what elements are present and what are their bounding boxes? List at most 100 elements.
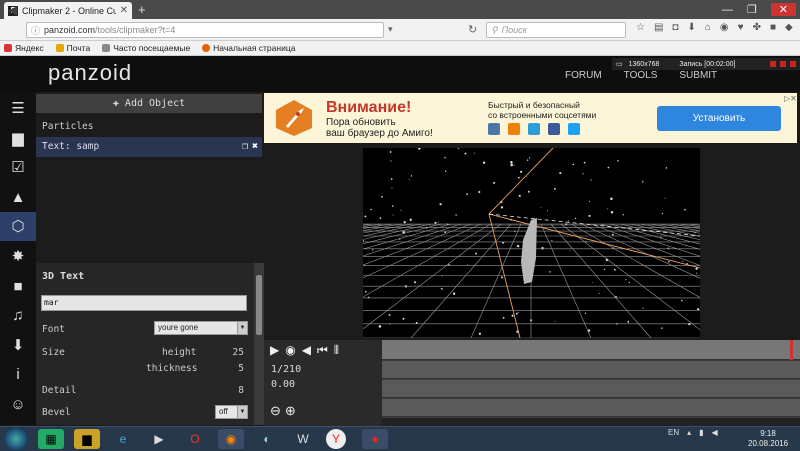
volume-tray-icon[interactable]: ◀ — [712, 428, 718, 437]
star-particle — [440, 287, 443, 290]
record-close-icon[interactable] — [790, 61, 796, 67]
taskbar-media-icon[interactable]: ▶ — [146, 429, 172, 449]
text-input[interactable]: mar — [41, 295, 247, 311]
record-stop-icon[interactable] — [770, 61, 776, 67]
folder-icon[interactable]: ▆ — [0, 124, 36, 153]
taskbar-ie-icon[interactable]: e — [110, 429, 136, 449]
info-icon[interactable]: i — [0, 360, 36, 389]
pocket-icon[interactable]: ◘ — [672, 22, 678, 33]
taskbar-explorer-icon[interactable]: ▆ — [74, 429, 100, 449]
taskbar-opera-icon[interactable]: O — [182, 429, 208, 449]
selected-object-row[interactable]: Text: samp ❐ ✖ — [36, 137, 262, 157]
menu-icon[interactable]: ☰ — [0, 94, 36, 123]
3d-viewport[interactable] — [363, 148, 700, 338]
thickness-value[interactable]: 5 — [224, 363, 244, 374]
star-particle — [445, 170, 447, 172]
download-icon[interactable]: ⬇ — [0, 331, 36, 360]
install-button[interactable]: Установить — [657, 106, 781, 131]
bevel-select[interactable]: off ▼ — [215, 405, 248, 419]
maximize-icon[interactable]: ❐ — [747, 3, 757, 16]
waveform-icon[interactable]: ⦀ — [334, 343, 339, 358]
height-value[interactable]: 25 — [224, 347, 244, 358]
scroll-thumb[interactable] — [256, 275, 262, 335]
close-tab-icon[interactable]: ✕ — [120, 5, 128, 16]
timeline-ruler[interactable] — [382, 340, 800, 360]
delete-icon[interactable]: ✖ — [252, 137, 258, 157]
close-window-icon[interactable]: ✕ — [770, 3, 796, 16]
skip-icon[interactable]: ⏮ — [317, 343, 328, 358]
music-icon[interactable]: ♫ — [0, 301, 36, 330]
detail-value[interactable]: 8 — [224, 385, 244, 396]
chat-icon[interactable]: ◉ — [720, 22, 729, 33]
new-tab-button[interactable]: + — [138, 2, 146, 17]
rocket-icon — [276, 100, 312, 136]
home-icon[interactable]: ⌂ — [705, 22, 711, 33]
nav-submit[interactable]: SUBMIT — [679, 70, 717, 81]
star-particle — [500, 206, 504, 209]
info-icon[interactable]: ⓘ — [31, 24, 40, 37]
zoom-in-icon[interactable]: ⊕ — [285, 403, 296, 419]
taskbar-recorder-icon[interactable]: ● — [362, 429, 388, 449]
timeline-tracks[interactable] — [382, 340, 800, 428]
font-select[interactable]: youre gone ▼ — [154, 321, 248, 335]
record-pause-icon[interactable] — [780, 61, 786, 67]
minimize-icon[interactable]: — — [722, 4, 733, 16]
plus-icon: ✚ — [112, 98, 119, 109]
bookmark-item[interactable]: Начальная страница — [202, 43, 295, 53]
timeline-lane[interactable] — [382, 380, 800, 398]
search-input[interactable]: ⚲ Поиск — [486, 22, 626, 38]
star-particle — [584, 312, 587, 314]
taskbar-app-icon[interactable]: ▦ — [38, 429, 64, 449]
start-button[interactable] — [4, 428, 28, 450]
tray-arrow-icon[interactable]: ▴ — [687, 428, 691, 437]
camera-icon[interactable]: ■ — [0, 272, 36, 301]
reading-icon[interactable]: ▤ — [654, 22, 663, 33]
add-object-button[interactable]: ✚ Add Object — [36, 94, 262, 113]
timeline-scrollbar[interactable] — [382, 418, 800, 426]
star-particle — [610, 210, 614, 214]
volume-icon[interactable]: ◀ — [302, 343, 311, 358]
eye-icon[interactable]: ◉ — [285, 343, 295, 358]
star-icon[interactable]: ☆ — [636, 22, 645, 33]
url-bar[interactable]: ⓘ panzoid.com/tools/clipmaker?t=4 — [26, 22, 384, 38]
nav-forum[interactable]: FORUM — [565, 70, 602, 81]
taskbar-tanks-icon[interactable]: W — [290, 429, 316, 449]
bookmark-item[interactable]: Почта — [55, 43, 90, 53]
taskbar-app2-icon[interactable]: ◐ — [254, 429, 280, 449]
taskbar-firefox-icon[interactable]: ◉ — [218, 429, 244, 449]
language-indicator[interactable]: EN — [668, 428, 679, 437]
bookmark-item[interactable]: Яндекс — [4, 43, 44, 53]
ad-close-icon[interactable]: ▷✕ — [784, 94, 797, 103]
camera-addon-icon[interactable]: ■ — [770, 22, 776, 33]
bookmark-item[interactable]: Часто посещаемые — [102, 43, 190, 53]
back-icon[interactable]: ◀ — [8, 3, 17, 17]
ad-banner[interactable]: Внимание! Пора обновить ваш браузер до Ам… — [264, 93, 797, 143]
timeline-lane[interactable] — [382, 361, 800, 379]
taskbar-yandex-icon[interactable]: Y — [326, 429, 346, 449]
heart-icon[interactable]: ♥ — [738, 22, 744, 33]
zoom-out-icon[interactable]: ⊖ — [270, 403, 281, 419]
properties-scrollbar[interactable] — [254, 263, 264, 425]
dropdown-icon[interactable]: ▾ — [388, 24, 393, 35]
taskbar-clock[interactable]: 9:18 20.08.2016 — [748, 429, 788, 449]
star-particle — [606, 208, 608, 210]
timeline-lane[interactable] — [382, 399, 800, 417]
duplicate-icon[interactable]: ❐ — [242, 137, 248, 157]
particles-item[interactable]: Particles — [42, 121, 93, 132]
burst-icon[interactable]: ✸ — [0, 242, 36, 271]
smiley-icon[interactable]: ☺ — [0, 390, 36, 419]
play-icon[interactable]: ▶ — [270, 343, 279, 358]
reload-icon[interactable]: ↻ — [468, 23, 477, 36]
addon-icon[interactable]: ◆ — [785, 22, 793, 33]
3d-text-object[interactable] — [521, 218, 537, 284]
puzzle-icon[interactable]: ✤ — [753, 22, 761, 33]
cube-icon[interactable]: ⬡ — [0, 212, 36, 242]
network-icon[interactable]: ▮ — [699, 428, 703, 437]
checkbox-icon[interactable]: ☑ — [0, 153, 36, 182]
image-icon[interactable]: ▲ — [0, 183, 36, 212]
download-arrow-icon[interactable]: ⬇ — [687, 22, 695, 33]
playhead-marker[interactable] — [790, 340, 793, 360]
site-logo[interactable]: panzoid — [48, 60, 132, 86]
browser-tab[interactable]: F Clipmaker 2 - Online Custo... ✕ — [4, 2, 132, 19]
nav-tools[interactable]: TOOLS — [624, 70, 658, 81]
